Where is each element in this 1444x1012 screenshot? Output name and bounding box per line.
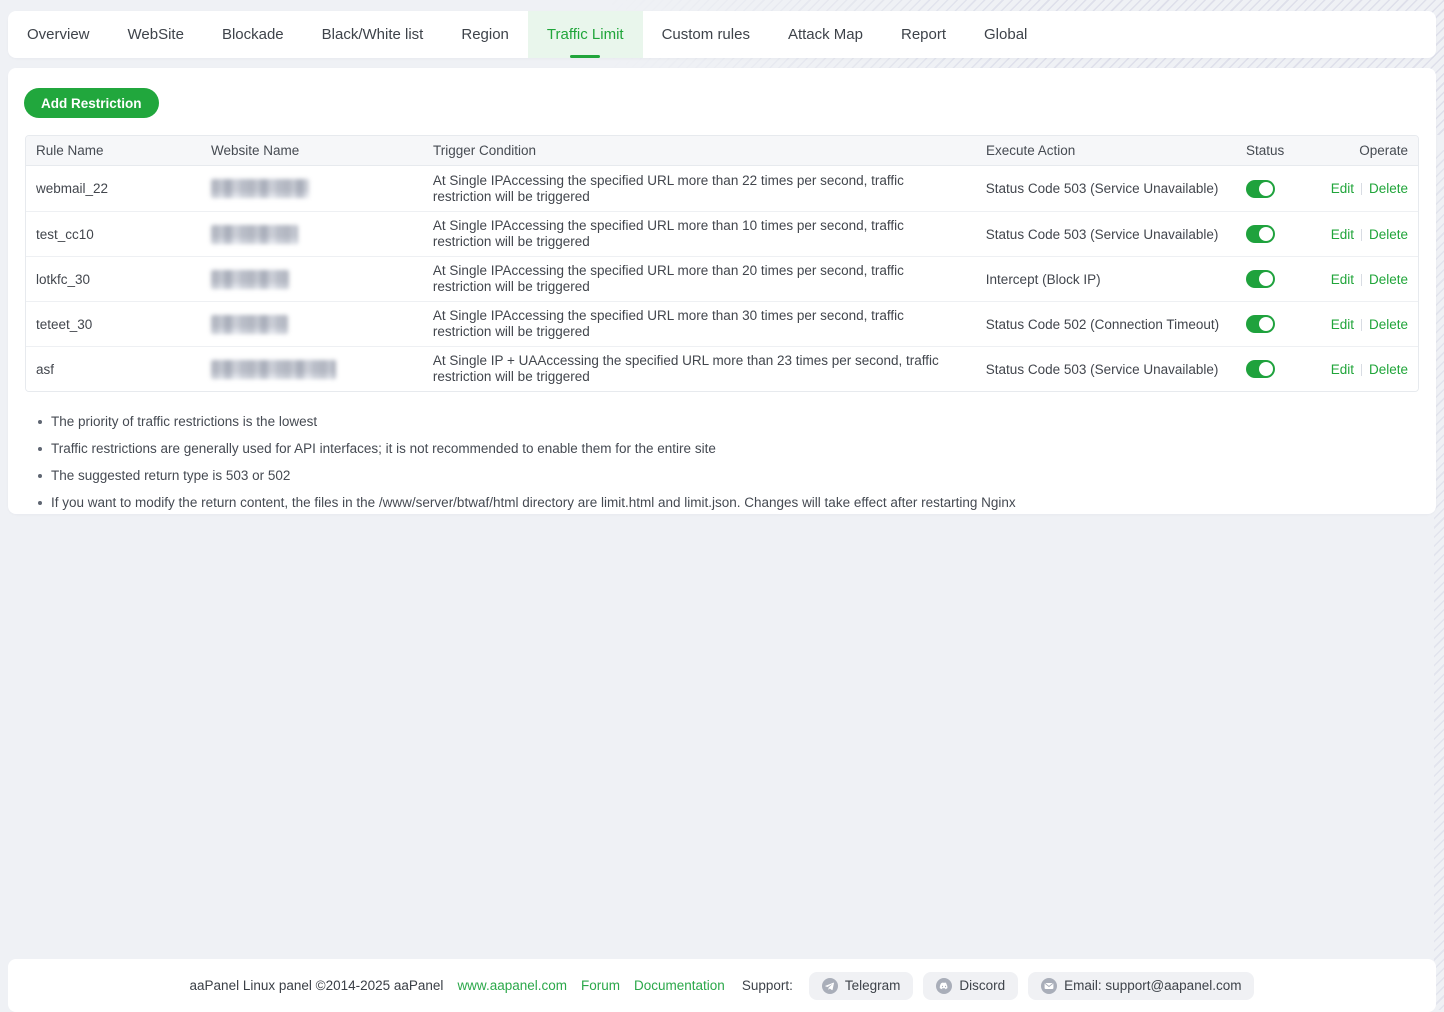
operate-separator — [1361, 274, 1362, 286]
trigger-condition: At Single IPAccessing the specified URL … — [423, 167, 976, 211]
delete-link[interactable]: Delete — [1369, 227, 1408, 242]
tab-custom-rules[interactable]: Custom rules — [643, 11, 769, 58]
trigger-condition: At Single IPAccessing the specified URL … — [423, 212, 976, 256]
tab-report[interactable]: Report — [882, 11, 965, 58]
website-name-cell — [201, 360, 423, 379]
tab-region[interactable]: Region — [442, 11, 528, 58]
copyright-text: aaPanel Linux panel ©2014-2025 aaPanel — [190, 978, 444, 993]
table-row: teteet_30 At Single IPAccessing the spec… — [26, 301, 1418, 346]
delete-link[interactable]: Delete — [1369, 362, 1408, 377]
rule-name: asf — [26, 362, 201, 377]
status-toggle-on[interactable] — [1246, 180, 1275, 198]
website-name-cell — [201, 179, 423, 198]
note-item: Traffic restrictions are generally used … — [38, 441, 1436, 457]
header-rule-name: Rule Name — [26, 143, 201, 158]
redacted-website-name — [211, 270, 289, 289]
website-name-cell — [201, 270, 423, 289]
rule-name: lotkfc_30 — [26, 272, 201, 287]
table-row: lotkfc_30 At Single IPAccessing the spec… — [26, 256, 1418, 301]
forum-link[interactable]: Forum — [581, 978, 620, 993]
header-trigger-condition: Trigger Condition — [423, 137, 976, 165]
header-execute-action: Execute Action — [976, 143, 1236, 158]
table-row: asf At Single IP + UAAccessing the speci… — [26, 346, 1418, 391]
trigger-condition: At Single IPAccessing the specified URL … — [423, 302, 976, 346]
trigger-condition: At Single IPAccessing the specified URL … — [423, 257, 976, 301]
operate-separator — [1361, 183, 1362, 195]
header-website-name: Website Name — [201, 143, 423, 158]
table-row: test_cc10 At Single IPAccessing the spec… — [26, 211, 1418, 256]
telegram-button[interactable]: Telegram — [809, 972, 914, 1000]
documentation-link[interactable]: Documentation — [634, 978, 725, 993]
email-icon — [1041, 978, 1057, 994]
edit-link[interactable]: Edit — [1331, 227, 1354, 242]
note-item: If you want to modify the return content… — [38, 495, 1436, 511]
header-operate: Operate — [1321, 143, 1418, 158]
traffic-limit-panel: Add Restriction Rule Name Website Name T… — [8, 68, 1436, 514]
table-row: webmail_22 At Single IPAccessing the spe… — [26, 166, 1418, 211]
status-toggle-on[interactable] — [1246, 270, 1275, 288]
operate-separator — [1361, 319, 1362, 331]
tab-website[interactable]: WebSite — [109, 11, 203, 58]
tab-blockade[interactable]: Blockade — [203, 11, 303, 58]
edit-link[interactable]: Edit — [1331, 317, 1354, 332]
discord-button[interactable]: Discord — [923, 972, 1018, 1000]
rule-name: webmail_22 — [26, 181, 201, 196]
aapanel-site-link[interactable]: www.aapanel.com — [457, 978, 567, 993]
header-status: Status — [1236, 143, 1321, 158]
status-toggle-on[interactable] — [1246, 225, 1275, 243]
execute-action: Status Code 503 (Service Unavailable) — [976, 362, 1236, 377]
tab-global[interactable]: Global — [965, 11, 1046, 58]
execute-action: Status Code 503 (Service Unavailable) — [976, 227, 1236, 242]
delete-link[interactable]: Delete — [1369, 272, 1408, 287]
tab-black-white-list[interactable]: Black/White list — [303, 11, 443, 58]
operate-separator — [1361, 364, 1362, 376]
website-name-cell — [201, 225, 423, 244]
status-toggle-on[interactable] — [1246, 315, 1275, 333]
redacted-website-name — [211, 225, 298, 244]
notes-list: The priority of traffic restrictions is … — [38, 414, 1436, 511]
email-label: Email: support@aapanel.com — [1064, 978, 1241, 993]
telegram-icon — [822, 978, 838, 994]
execute-action: Status Code 502 (Connection Timeout) — [976, 317, 1236, 332]
note-item: The priority of traffic restrictions is … — [38, 414, 1436, 430]
edit-link[interactable]: Edit — [1331, 181, 1354, 196]
redacted-website-name — [211, 179, 309, 198]
top-navbar: Overview WebSite Blockade Black/White li… — [8, 11, 1436, 58]
discord-icon — [936, 978, 952, 994]
execute-action: Status Code 503 (Service Unavailable) — [976, 181, 1236, 196]
tab-attack-map[interactable]: Attack Map — [769, 11, 882, 58]
delete-link[interactable]: Delete — [1369, 317, 1408, 332]
discord-label: Discord — [959, 978, 1005, 993]
execute-action: Intercept (Block IP) — [976, 272, 1236, 287]
note-item: The suggested return type is 503 or 502 — [38, 468, 1436, 484]
redacted-website-name — [211, 315, 288, 334]
trigger-condition: At Single IP + UAAccessing the specified… — [423, 347, 976, 391]
delete-link[interactable]: Delete — [1369, 181, 1408, 196]
edit-link[interactable]: Edit — [1331, 362, 1354, 377]
add-restriction-button[interactable]: Add Restriction — [24, 88, 159, 118]
telegram-label: Telegram — [845, 978, 901, 993]
restrictions-table: Rule Name Website Name Trigger Condition… — [25, 135, 1419, 392]
tab-overview[interactable]: Overview — [8, 11, 109, 58]
email-support-button[interactable]: Email: support@aapanel.com — [1028, 972, 1254, 1000]
redacted-website-name — [211, 360, 336, 379]
website-name-cell — [201, 315, 423, 334]
rule-name: test_cc10 — [26, 227, 201, 242]
status-toggle-on[interactable] — [1246, 360, 1275, 378]
footer-bar: aaPanel Linux panel ©2014-2025 aaPanel w… — [8, 959, 1436, 1012]
rule-name: teteet_30 — [26, 317, 201, 332]
operate-separator — [1361, 229, 1362, 241]
edit-link[interactable]: Edit — [1331, 272, 1354, 287]
support-label: Support: — [742, 978, 793, 993]
tab-traffic-limit[interactable]: Traffic Limit — [528, 11, 643, 58]
table-header-row: Rule Name Website Name Trigger Condition… — [26, 136, 1418, 166]
